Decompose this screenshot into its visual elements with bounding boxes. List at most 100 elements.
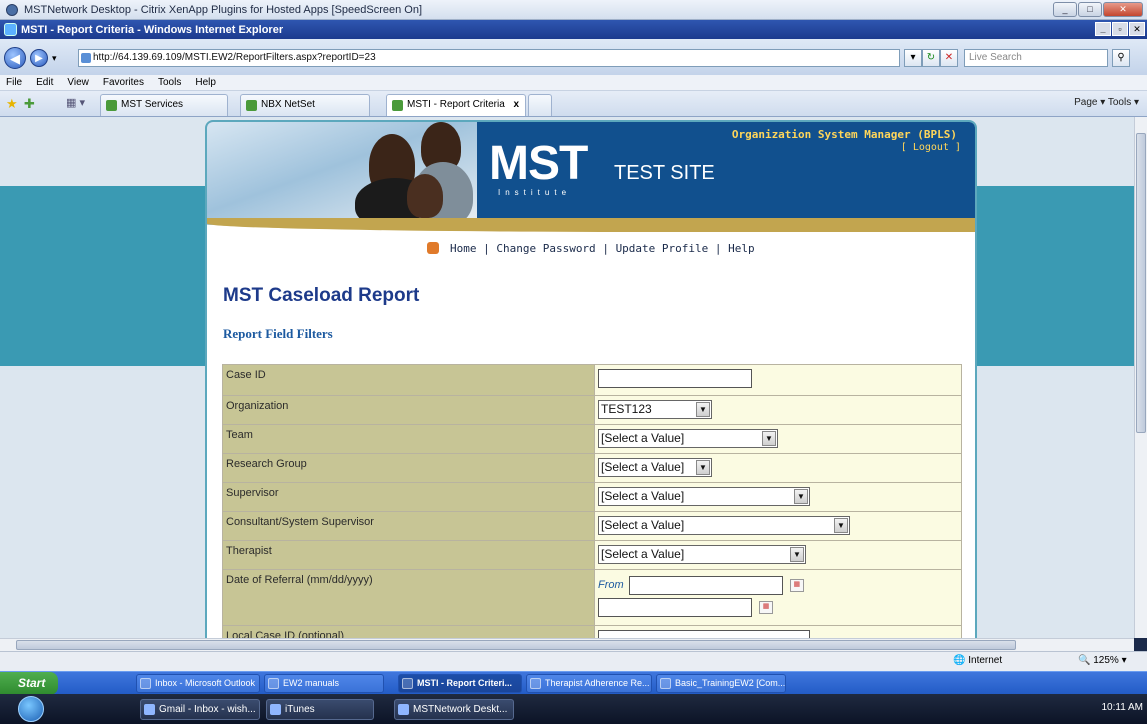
chevron-down-icon[interactable]: ▼ [762,431,776,446]
taskbar-item-therapist-adherence[interactable]: Therapist Adherence Re... [526,674,652,693]
taskbar-item-outlook[interactable]: Inbox - Microsoft Outlook [136,674,260,693]
menu-edit[interactable]: Edit [36,77,53,88]
taskbar-icon [140,678,151,689]
nav-update-profile-link[interactable]: Update Profile [616,242,709,255]
home-icon[interactable] [427,242,440,254]
site-banner: MST Institute TEST SITE Organization Sys… [207,122,975,232]
minimize-button[interactable]: _ [1053,2,1077,17]
new-tab-button[interactable] [528,94,552,116]
vertical-scrollbar[interactable] [1134,117,1147,638]
chevron-down-icon[interactable]: ▼ [696,402,710,417]
ie-close-button[interactable]: ✕ [1129,22,1145,36]
nav-home-link[interactable]: Home [450,242,477,255]
tab-report-criteria[interactable]: MSTI - Report Criteria x [386,94,526,116]
taskbar-label: Basic_TrainingEW2 [Com... [675,678,786,688]
banner-photo [207,122,477,228]
refresh-button[interactable]: ↻ [922,49,940,67]
therapist-select[interactable]: [Select a Value] ▼ [598,545,806,564]
banner-gold-stripe [207,218,975,232]
mst-logo: MST [489,137,588,190]
taskbar-icon [530,678,541,689]
start-button[interactable]: Start [0,672,58,695]
command-bar[interactable]: Page ▾ Tools ▾ [1074,97,1139,108]
organization-select[interactable]: TEST123 ▼ [598,400,712,419]
from-label: From [598,579,624,592]
menu-tools[interactable]: Tools [158,77,181,88]
ie-icon [4,23,17,36]
taskbar-item-report-criteria[interactable]: MSTI - Report Criteri... [398,674,522,693]
nav-separator: | [602,242,609,255]
citrix-window-controls: _ □ ✕ [1053,2,1143,17]
citrix-window-title: MSTNetwork Desktop - Citrix XenApp Plugi… [24,3,423,16]
scroll-thumb[interactable] [16,640,1016,650]
security-zone: 🌐 Internet [953,655,1003,666]
chevron-down-icon[interactable]: ▼ [790,547,804,562]
search-input[interactable]: Live Search [964,49,1108,67]
tab-label: NBX NetSet [261,99,315,110]
forward-button[interactable]: ▶ [30,49,48,67]
taskbar-icon [268,678,279,689]
host-taskbar-item-mstnetwork[interactable]: MSTNetwork Deskt... [394,699,514,720]
nav-help-link[interactable]: Help [728,242,755,255]
site-nav: Home | Change Password | Update Profile … [207,242,975,255]
taskbar-item-basic-training[interactable]: Basic_TrainingEW2 [Com... [656,674,786,693]
tab-mst-services[interactable]: MST Services [100,94,228,116]
calendar-icon[interactable]: ▦ [789,579,804,592]
windows-start-orb[interactable] [18,696,44,722]
mst-logo-subtitle: Institute [498,188,572,197]
filter-row: Consultant/System Supervisor [Select a V… [222,511,962,541]
local-case-id-input[interactable] [598,630,810,638]
quick-tabs-icon[interactable]: ▦ ▾ [66,96,85,109]
horizontal-scrollbar[interactable] [0,638,1134,651]
section-title: Report Field Filters [223,326,333,341]
research-group-select[interactable]: [Select a Value] ▼ [598,458,712,477]
browser-viewport: MST Institute TEST SITE Organization Sys… [0,117,1134,638]
supervisor-select[interactable]: [Select a Value] ▼ [598,487,810,506]
stop-button[interactable]: ✕ [940,49,958,67]
address-dropdown-button[interactable]: ▾ [904,49,922,67]
back-button[interactable]: ◀ [4,47,26,69]
team-select[interactable]: [Select a Value] ▼ [598,429,778,448]
close-tab-icon[interactable]: x [513,95,519,115]
tab-nbx-netset[interactable]: NBX NetSet [240,94,370,116]
case-id-input[interactable] [598,369,752,388]
menu-favorites[interactable]: Favorites [103,77,144,88]
maximize-button[interactable]: □ [1078,2,1102,17]
address-url: http://64.139.69.109/MSTI.EW2/ReportFilt… [93,52,376,63]
ie-restore-button[interactable]: ▫ [1112,22,1128,36]
address-bar[interactable]: http://64.139.69.109/MSTI.EW2/ReportFilt… [78,49,900,67]
close-button[interactable]: ✕ [1103,2,1143,17]
host-taskbar-item-gmail[interactable]: Gmail - Inbox - wish... [140,699,260,720]
date-from-input[interactable] [628,576,783,595]
nav-dropdown-icon[interactable]: ▾ [52,53,57,64]
filter-label: Research Group [222,453,595,483]
scroll-thumb[interactable] [1136,133,1146,433]
host-taskbar-item-itunes[interactable]: iTunes [266,699,374,720]
filter-row: Research Group [Select a Value] ▼ [222,453,962,483]
filter-label: Consultant/System Supervisor [222,511,595,541]
menu-help[interactable]: Help [195,77,216,88]
date-to-input[interactable] [598,598,752,617]
host-taskbar: Gmail - Inbox - wish... iTunes MSTNetwor… [0,694,1147,724]
filter-label: Supervisor [222,482,595,512]
chevron-down-icon[interactable]: ▼ [834,518,848,533]
ie-minimize-button[interactable]: _ [1095,22,1111,36]
chevron-down-icon[interactable]: ▼ [794,489,808,504]
favorites-star-icon[interactable]: ★ [6,96,18,112]
filter-row: Case ID [222,364,962,396]
page-title: MST Caseload Report [223,285,420,306]
zoom-level: 125% [1093,655,1119,666]
consultant-select[interactable]: [Select a Value] ▼ [598,516,850,535]
search-icon[interactable]: ⚲ [1112,49,1130,67]
status-bar: 🌐 Internet 🔍 125% ▾ [0,651,1147,671]
taskbar-item-ew2-manuals[interactable]: EW2 manuals [264,674,384,693]
menu-view[interactable]: View [67,77,89,88]
logout-link[interactable]: [ Logout ] [901,142,961,153]
nav-change-password-link[interactable]: Change Password [496,242,595,255]
add-favorite-icon[interactable]: ✚ [24,96,35,112]
chevron-down-icon[interactable]: ▼ [696,460,710,475]
calendar-icon[interactable]: ▦ [759,601,774,614]
filter-row: Date of Referral (mm/dd/yyyy) From ▦ ▦ [222,569,962,626]
zoom-control[interactable]: 🔍 125% ▾ [1078,655,1127,666]
menu-file[interactable]: File [6,77,22,88]
